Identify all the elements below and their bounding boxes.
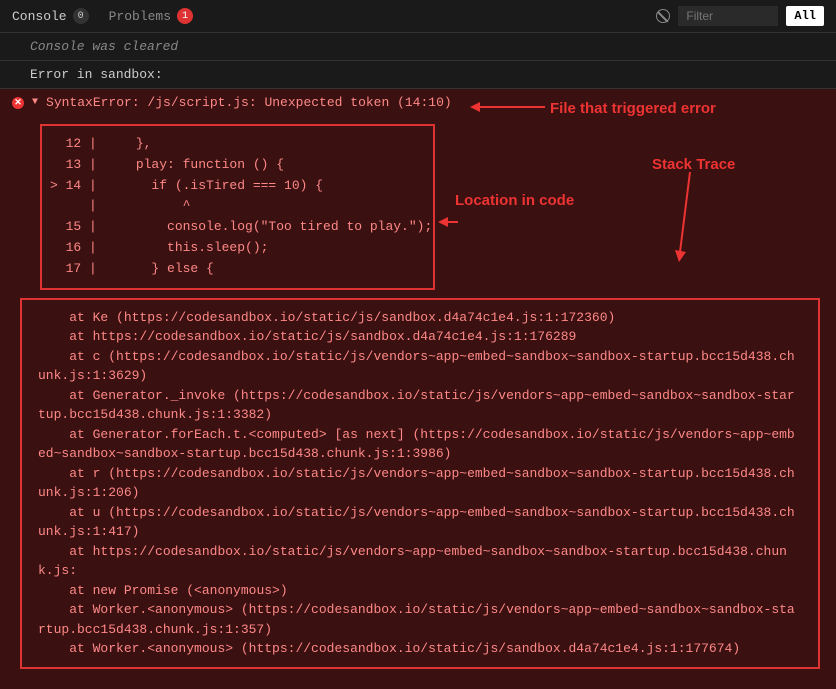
code-line: 17 | } else { xyxy=(50,259,425,280)
stack-line: at c (https://codesandbox.io/static/js/v… xyxy=(38,347,802,386)
tab-label: Problems xyxy=(109,9,171,24)
problems-count-badge: 1 xyxy=(177,8,193,24)
error-icon: ✕ xyxy=(12,97,24,109)
stack-trace-block: at Ke (https://codesandbox.io/static/js/… xyxy=(20,298,820,669)
code-line: 16 | this.sleep(); xyxy=(50,238,425,259)
code-line: 13 | play: function () { xyxy=(50,155,425,176)
stack-line: at https://codesandbox.io/static/js/sand… xyxy=(38,327,802,347)
all-filter-button[interactable]: All xyxy=(786,6,824,26)
code-line: 12 | }, xyxy=(50,134,425,155)
code-caret-line: | ^ xyxy=(50,196,425,217)
error-section: ✕ ▼ SyntaxError: /js/script.js: Unexpect… xyxy=(0,89,836,689)
stack-line: at new Promise (<anonymous>) xyxy=(38,581,802,601)
console-header: Console 0 Problems 1 All xyxy=(0,0,836,33)
code-location-block: 12 | }, 13 | play: function () { > 14 | … xyxy=(40,124,435,290)
stack-line: at Generator._invoke (https://codesandbo… xyxy=(38,386,802,425)
code-line: > 14 | if (.isTired === 10) { xyxy=(50,176,425,197)
stack-line: at Worker.<anonymous> (https://codesandb… xyxy=(38,600,802,639)
stack-line: at u (https://codesandbox.io/static/js/v… xyxy=(38,503,802,542)
console-count-badge: 0 xyxy=(73,8,89,24)
filter-input[interactable] xyxy=(678,6,778,26)
stack-line: at Ke (https://codesandbox.io/static/js/… xyxy=(38,308,802,328)
stack-line: at https://codesandbox.io/static/js/vend… xyxy=(38,542,802,581)
tab-console[interactable]: Console 0 xyxy=(12,8,89,24)
error-sandbox-line: Error in sandbox: xyxy=(0,61,836,89)
tab-label: Console xyxy=(12,9,67,24)
syntax-error-message: SyntaxError: /js/script.js: Unexpected t… xyxy=(46,95,452,110)
stack-line: at r (https://codesandbox.io/static/js/v… xyxy=(38,464,802,503)
code-line: 15 | console.log("Too tired to play."); xyxy=(50,217,425,238)
stack-line: at Worker.<anonymous> (https://codesandb… xyxy=(38,639,802,659)
console-cleared-message: Console was cleared xyxy=(0,33,836,61)
stack-line: at Generator.forEach.t.<computed> [as ne… xyxy=(38,425,802,464)
tab-problems[interactable]: Problems 1 xyxy=(109,8,193,24)
collapse-arrow-icon[interactable]: ▼ xyxy=(32,97,38,108)
clear-console-icon[interactable] xyxy=(656,9,670,23)
